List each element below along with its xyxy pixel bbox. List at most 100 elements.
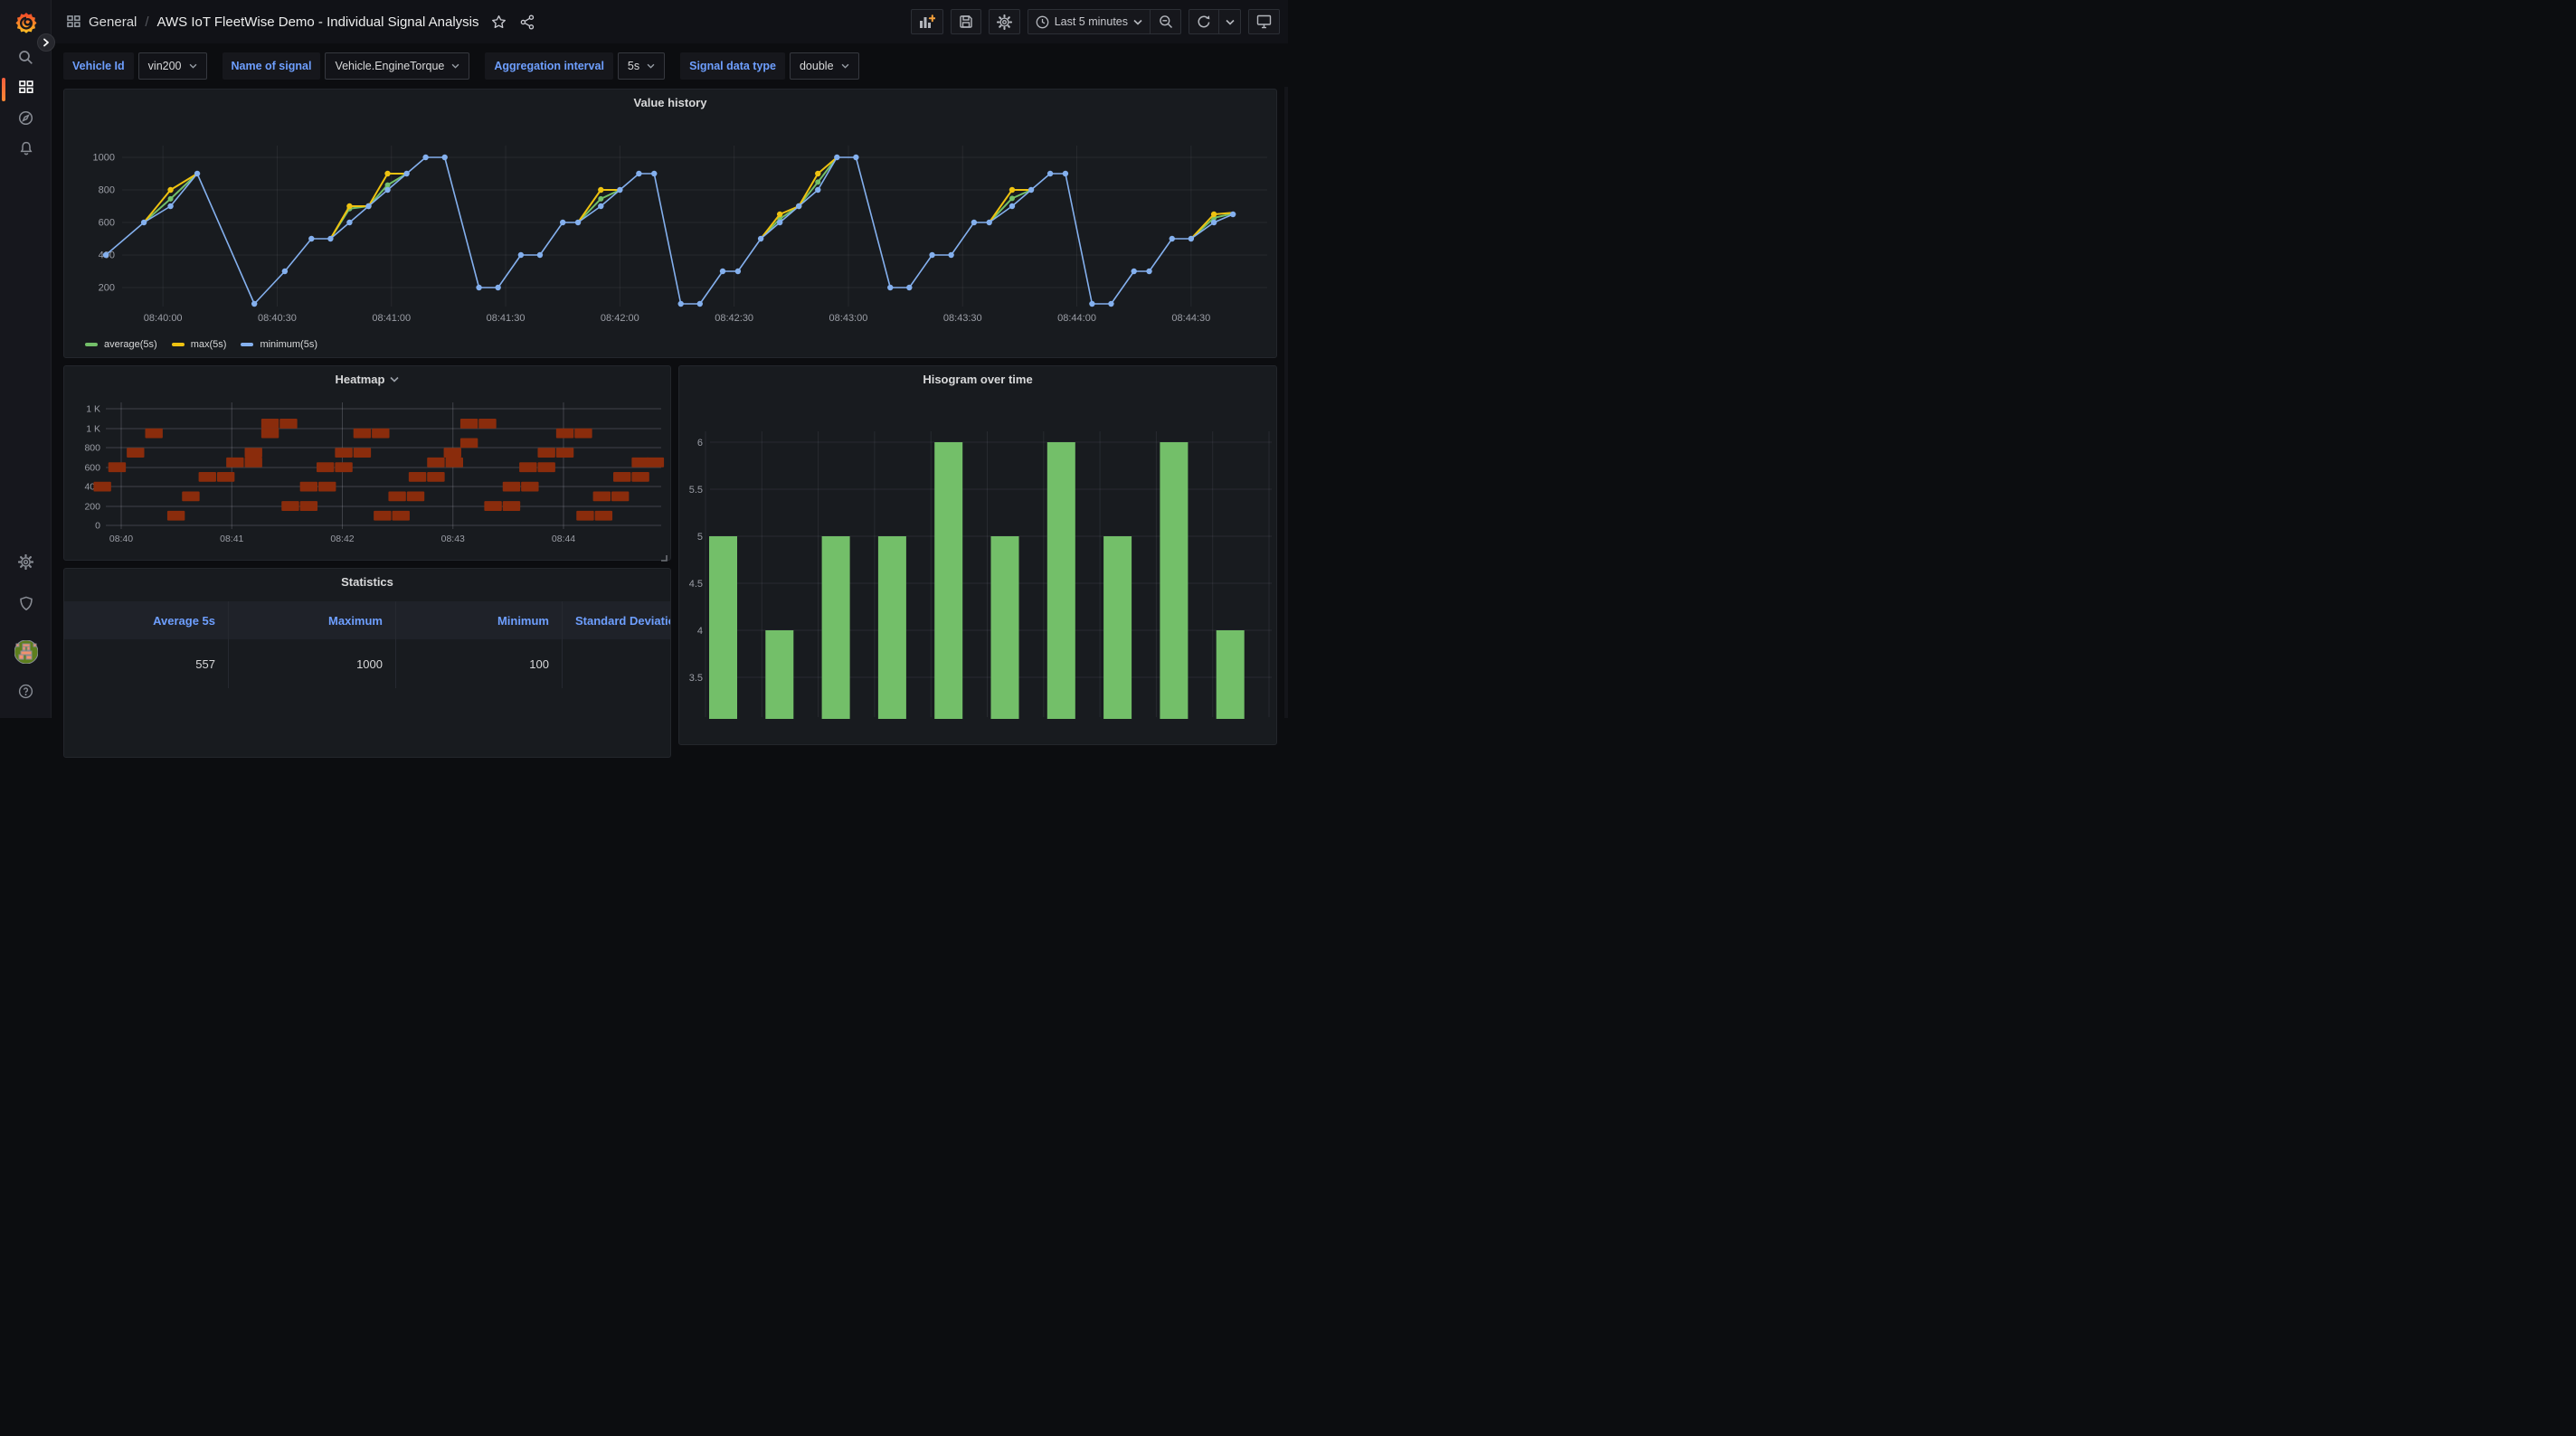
panel-resize-handle[interactable] [660,550,668,562]
sidebar-item-alerting[interactable] [0,135,52,165]
panel-title[interactable]: Value history [64,90,1276,115]
svg-text:08:43:30: 08:43:30 [943,313,982,324]
refresh-interval-dropdown[interactable] [1219,9,1241,34]
chevron-down-icon [189,63,196,69]
star-icon[interactable] [491,14,507,30]
svg-text:1 K: 1 K [86,404,100,415]
svg-text:600: 600 [84,463,100,474]
statistics-table: Average 5s Maximum Minimum Standard Deviati… [64,601,670,688]
sidebar-item-help[interactable] [0,678,52,709]
legend-swatch [171,343,185,346]
svg-text:200: 200 [84,502,100,513]
filter-group-0: Vehicle Id vin200 [63,52,207,80]
chevron-down-icon [1225,19,1235,25]
cycle-view-mode-button[interactable] [1248,9,1280,34]
svg-text:08:42:00: 08:42:00 [601,313,639,324]
add-panel-button[interactable] [910,9,943,34]
svg-text:08:40: 08:40 [109,534,133,544]
legend-swatch [85,343,98,346]
table-row: 5571000100271 [64,639,670,688]
template-variables-bar: Vehicle Id vin200 Name of signal Vehicle.En… [52,47,1288,85]
breadcrumb-separator: / [145,14,149,30]
table-cell: 271 [563,639,670,688]
value-history-legend: average(5s) max(5s) minimum(5s) [85,339,317,350]
column-header[interactable]: Standard Deviation [563,601,670,639]
svg-text:1 K: 1 K [86,424,100,435]
filter-value-dropdown[interactable]: 5s [617,52,666,80]
value-history-chart[interactable]: 100080060040020008:40:0008:40:3008:41:00… [64,115,1276,332]
time-range-label: Last 5 minutes [1054,15,1128,28]
svg-text:800: 800 [99,185,115,196]
svg-text:08:44:00: 08:44:00 [1057,313,1096,324]
chevron-down-icon [647,63,655,69]
filter-value-dropdown[interactable]: vin200 [137,52,207,80]
svg-text:08:41:00: 08:41:00 [372,313,411,324]
time-range-picker[interactable]: Last 5 minutes [1027,9,1151,34]
filter-value-dropdown[interactable]: Vehicle.EngineTorque [325,52,470,80]
scrollbar[interactable] [1284,87,1288,718]
refresh-button[interactable] [1189,9,1219,34]
filter-value: double [799,60,834,72]
sidebar-item-configuration[interactable] [0,549,52,580]
sidebar-item-dashboards[interactable] [0,74,52,105]
filter-value: vin200 [147,60,182,72]
svg-text:4.5: 4.5 [689,579,703,590]
sidebar-item-server-admin[interactable] [0,590,52,621]
filter-label: Signal data type [680,52,785,80]
svg-text:08:43: 08:43 [441,534,465,544]
legend-item[interactable]: minimum(5s) [241,339,317,350]
panel-title[interactable]: Hisogram over time [679,366,1276,392]
page-title: AWS IoT FleetWise Demo - Individual Sign… [156,14,479,30]
column-header[interactable]: Minimum [396,601,563,639]
panel-histogram: Hisogram over time 6 5.5 5 4.5 4 3.5 [678,365,1277,745]
panel-title[interactable]: Statistics [64,569,670,594]
svg-text:08:41: 08:41 [220,534,243,544]
svg-text:800: 800 [84,443,100,454]
heatmap-chart[interactable]: 1 K1 K800600400200008:40 08:41 08:42 08:43 0… [64,392,670,560]
sidebar-expand-button[interactable] [37,33,55,52]
table-cell: 100 [396,639,563,688]
grafana-logo-icon[interactable] [14,11,39,36]
zoom-out-time-button[interactable] [1151,9,1181,34]
share-icon[interactable] [520,14,535,30]
filter-label: Aggregation interval [485,52,613,80]
column-header[interactable]: Average 5s [64,601,229,639]
svg-text:3.5: 3.5 [689,673,703,684]
avatar [14,639,38,668]
filter-group-1: Name of signal Vehicle.EngineTorque [222,52,470,80]
chevron-down-icon [451,63,459,69]
svg-text:4: 4 [697,626,703,637]
dashboards-grid-icon [18,80,33,99]
gear-icon [17,553,34,574]
column-header[interactable]: Maximum [229,601,396,639]
dashboard-settings-button[interactable] [988,9,1020,34]
histogram-chart[interactable]: 6 5.5 5 4.5 4 3.5 [679,392,1276,719]
panel-statistics: Statistics Average 5s Maximum Minimum Stand… [63,568,671,758]
filter-value: 5s [627,60,640,72]
filter-label: Name of signal [222,52,321,80]
chevron-down-icon [390,376,400,383]
panel-title[interactable]: Heatmap [64,366,670,392]
breadcrumb-folder[interactable]: General [89,14,137,30]
svg-text:6: 6 [697,438,703,449]
bell-icon [19,141,33,160]
search-icon [18,50,33,70]
legend-item[interactable]: average(5s) [85,339,157,350]
filter-group-2: Aggregation interval 5s [485,52,666,80]
top-navbar: General / AWS IoT FleetWise Demo - Indiv… [52,0,1288,43]
svg-text:5: 5 [697,532,703,543]
active-indicator [2,78,5,101]
sidebar-item-profile[interactable] [0,638,52,669]
panel-value-history: Value history 100080060040020008:40:0008… [63,89,1277,358]
table-cell: 557 [64,639,229,688]
filter-value-dropdown[interactable]: double [789,52,859,80]
table-cell: 1000 [229,639,396,688]
sidebar-item-explore[interactable] [0,105,52,136]
svg-text:08:42:30: 08:42:30 [715,313,753,324]
legend-item[interactable]: max(5s) [171,339,227,350]
legend-label: max(5s) [190,339,227,350]
save-dashboard-button[interactable] [950,9,981,34]
svg-text:08:44:30: 08:44:30 [1171,313,1210,324]
svg-text:200: 200 [99,283,115,294]
chevron-down-icon [1133,19,1142,25]
